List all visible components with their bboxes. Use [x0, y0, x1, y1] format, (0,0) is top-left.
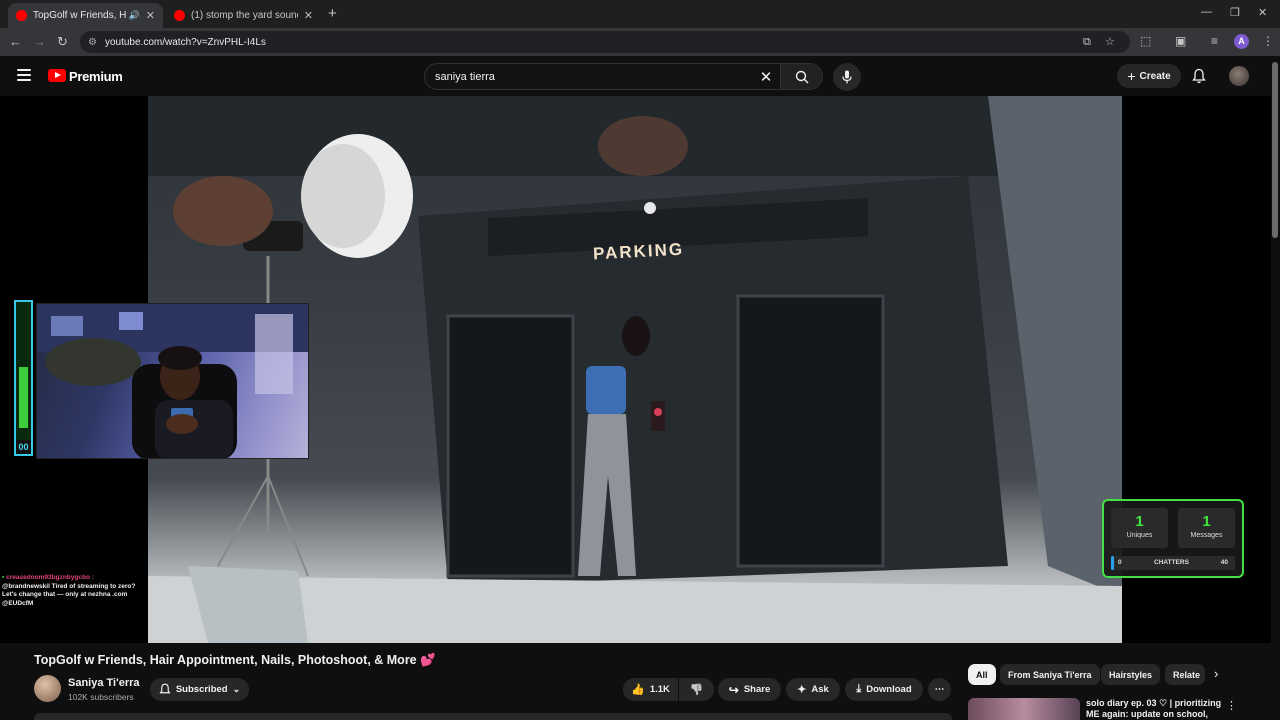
plus-icon: + — [1127, 68, 1136, 84]
stream-chat-overlay: creasedoom93bgznbygcbo : @brandnewskil T… — [2, 574, 142, 608]
search-button[interactable] — [780, 64, 822, 89]
like-count: 1.1K — [649, 684, 670, 695]
extensions-icon[interactable]: ⬚ — [1140, 34, 1151, 48]
clear-search-icon[interactable]: ✕ — [752, 68, 780, 86]
omnibox[interactable]: ⚙ youtube.com/watch?v=ZnvPHL-I4Ls ⧉ ☆ — [80, 31, 1130, 53]
uniques-label: Uniques — [1126, 532, 1153, 539]
scrollbar-thumb[interactable] — [1272, 62, 1278, 238]
like-button[interactable]: 👍 1.1K — [623, 678, 678, 701]
dislike-button[interactable]: 👎 — [679, 678, 714, 701]
chip-hairstyles[interactable]: Hairstyles — [1101, 664, 1161, 685]
browser-tab-active[interactable]: TopGolf w Friends, Hair App 🔊 ✕ — [8, 3, 163, 28]
recommendation-menu-icon[interactable]: ⋮ — [1226, 699, 1237, 712]
uniques-stat: 1 Uniques — [1111, 508, 1168, 548]
chatters-min: 0 — [1118, 559, 1122, 566]
ask-label: Ask — [811, 684, 829, 695]
browser-menu-icon[interactable]: ⋮ — [1262, 34, 1274, 48]
hamburger-menu-icon[interactable] — [17, 69, 31, 81]
meter-value: 00 — [16, 440, 31, 454]
chatters-label: CHATTERS — [1154, 559, 1189, 566]
url-text: youtube.com/watch?v=ZnvPHL-I4Ls — [104, 36, 266, 48]
sidepanel-icon[interactable]: ▣ — [1175, 34, 1186, 48]
account-avatar[interactable] — [1229, 66, 1249, 86]
share-icon: ↪ — [728, 682, 739, 697]
recommended-video-title[interactable]: solo diary ep. 03 ♡ | prioritizing ME ag… — [1086, 698, 1226, 720]
youtube-favicon-icon — [174, 10, 185, 21]
thumbs-up-icon: 👍 — [631, 684, 645, 696]
meter-fill — [19, 367, 28, 428]
more-actions-button[interactable]: ⋯ — [928, 678, 951, 701]
chevron-right-icon[interactable]: › — [1214, 666, 1218, 681]
profile-icon[interactable]: A — [1234, 34, 1249, 49]
create-label: Create — [1139, 70, 1171, 82]
search-input[interactable]: saniya tierra — [425, 71, 752, 83]
chip-related[interactable]: Relate — [1165, 664, 1205, 685]
chat-stats-widget: 1 Uniques 1 Messages 0 CHATTERS 40 — [1102, 499, 1244, 578]
chevron-down-icon: ⌄ — [232, 684, 241, 694]
sparkle-icon: ✦ — [797, 684, 807, 696]
bell-icon — [159, 683, 171, 694]
site-info-icon[interactable]: ⚙ — [88, 37, 97, 48]
browser-tab[interactable]: (1) stomp the yard soundtrack ✕ — [166, 3, 321, 28]
browser-address-bar: ← → ↻ ⚙ youtube.com/watch?v=ZnvPHL-I4Ls … — [0, 28, 1280, 56]
subscriber-count: 102K subscribers — [68, 692, 134, 702]
tab-title: (1) stomp the yard soundtrack — [191, 10, 298, 21]
search-icon — [795, 70, 808, 83]
youtube-header: Premium saniya tierra ✕ + Create — [0, 56, 1280, 96]
bookmark-star-icon[interactable]: ☆ — [1105, 31, 1115, 53]
tab-title: TopGolf w Friends, Hair App — [33, 10, 126, 21]
close-tab-icon[interactable]: ✕ — [146, 9, 155, 22]
speaker-icon[interactable]: 🔊 — [129, 10, 140, 21]
media-controls-icon[interactable]: ≡ — [1211, 34, 1218, 48]
minimize-icon[interactable]: — — [1201, 6, 1212, 18]
ask-button[interactable]: ✦ Ask — [786, 678, 840, 701]
chatters-max: 40 — [1220, 559, 1228, 566]
subscribed-button[interactable]: Subscribed ⌄ — [150, 678, 249, 701]
chip-from-channel[interactable]: From Saniya Ti'erra — [1000, 664, 1100, 685]
notifications-bell-icon[interactable] — [1192, 68, 1206, 84]
close-tab-icon[interactable]: ✕ — [304, 9, 313, 22]
new-tab-icon[interactable]: + — [328, 5, 337, 22]
download-icon: ⤓ — [856, 683, 862, 695]
download-button[interactable]: ⤓ Download — [845, 678, 923, 701]
voice-search-button[interactable] — [833, 63, 861, 91]
chat-username: creasedoom93bgznbygcbo : — [2, 574, 142, 583]
description-box[interactable] — [34, 713, 952, 720]
messages-stat: 1 Messages — [1178, 508, 1235, 548]
audio-level-meter: 00 — [14, 300, 33, 456]
thumbs-down-icon: 👎 — [689, 684, 704, 696]
webcam-overlay — [36, 303, 309, 459]
install-app-icon[interactable]: ⧉ — [1083, 31, 1091, 53]
more-horizontal-icon: ⋯ — [934, 684, 945, 695]
chatters-progress — [1111, 556, 1114, 570]
channel-name[interactable]: Saniya Ti'erra — [68, 677, 140, 689]
chip-all[interactable]: All — [968, 664, 996, 685]
youtube-brand[interactable]: Premium — [69, 69, 123, 84]
subscribed-label: Subscribed — [175, 684, 228, 695]
search-box: saniya tierra ✕ — [424, 63, 823, 90]
video-title: TopGolf w Friends, Hair Appointment, Nai… — [34, 653, 436, 667]
chat-message: @brandnewskil Tired of streaming to zero… — [2, 582, 136, 607]
recommended-video-thumbnail[interactable] — [968, 698, 1080, 720]
youtube-logo-icon[interactable] — [48, 69, 66, 82]
share-button[interactable]: ↪ Share — [718, 678, 781, 701]
microphone-icon — [842, 70, 852, 84]
channel-avatar[interactable] — [34, 675, 61, 702]
close-window-icon[interactable]: ✕ — [1258, 6, 1267, 19]
create-button[interactable]: + Create — [1117, 64, 1181, 88]
restore-icon[interactable]: ❐ — [1230, 6, 1240, 19]
youtube-favicon-icon — [16, 10, 27, 21]
browser-tab-bar: TopGolf w Friends, Hair App 🔊 ✕ (1) stom… — [0, 0, 1280, 28]
uniques-value: 1 — [1135, 513, 1144, 530]
forward-icon[interactable]: → — [33, 34, 46, 49]
share-label: Share — [743, 684, 771, 695]
download-label: Download — [866, 684, 912, 695]
chatters-bar: 0 CHATTERS 40 — [1111, 556, 1235, 570]
back-icon[interactable]: ← — [9, 34, 22, 49]
webcam-scene — [37, 304, 308, 458]
messages-label: Messages — [1190, 532, 1223, 539]
reload-icon[interactable]: ↻ — [57, 34, 68, 50]
messages-value: 1 — [1202, 513, 1211, 530]
